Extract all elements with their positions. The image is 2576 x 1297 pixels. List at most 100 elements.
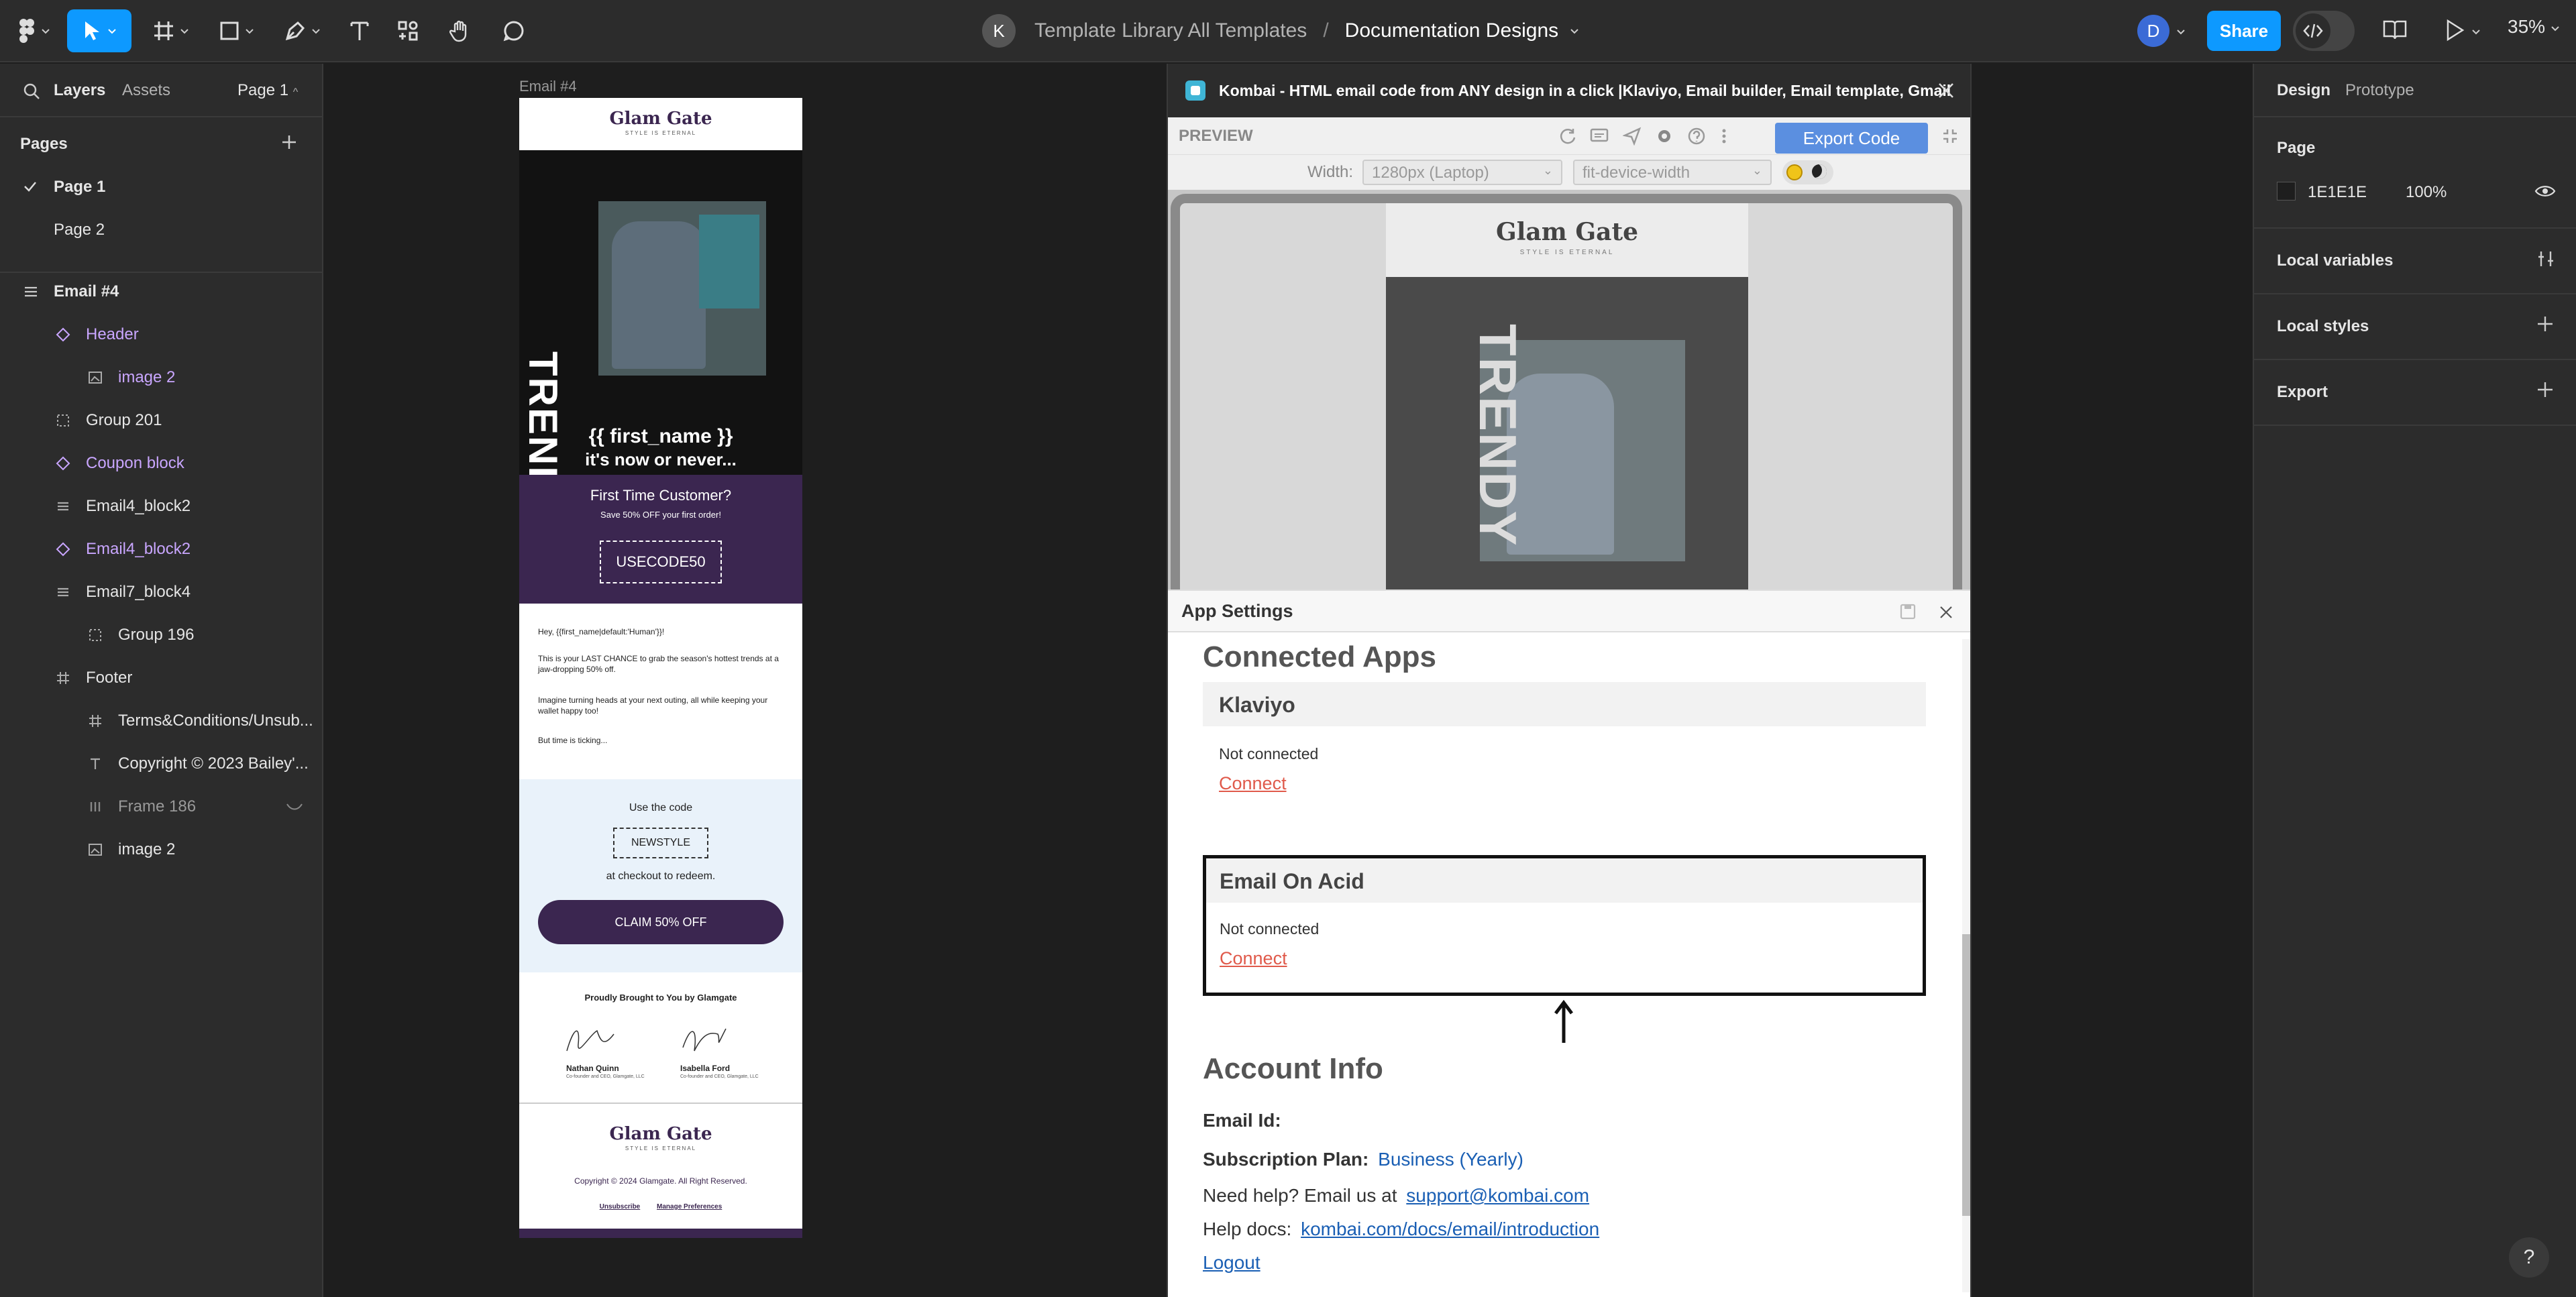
page-bg-opacity[interactable]: 100% (2406, 183, 2447, 202)
plugin-title: Kombai - HTML email code from ANY design… (1219, 81, 1951, 99)
chevron-down-icon (246, 29, 254, 34)
layer-item[interactable]: Email7_block4 (86, 583, 191, 602)
message-icon[interactable] (1589, 127, 1609, 146)
hand-tool-button[interactable] (440, 9, 480, 52)
layer-item[interactable]: Frame 186 (118, 797, 196, 816)
manage-preferences-link[interactable]: Manage Preferences (657, 1203, 722, 1210)
tab-design[interactable]: Design (2277, 81, 2330, 100)
chevron-down-icon[interactable] (2471, 27, 2481, 36)
present-play-icon[interactable] (2445, 19, 2465, 42)
support-email-link[interactable]: support@kombai.com (1406, 1185, 1589, 1206)
user-avatar[interactable]: D (2137, 15, 2169, 47)
email-on-acid-card-header: Email On Acid (1206, 858, 1923, 903)
preview-label: PREVIEW (1179, 127, 1253, 145)
theme-toggle[interactable] (1782, 160, 1833, 184)
hand-icon (449, 20, 467, 42)
layer-item[interactable]: Email4_block2 (86, 497, 191, 516)
add-style-icon[interactable] (2536, 315, 2555, 333)
device-width-select[interactable]: 1280px (Laptop) ⌄ (1362, 160, 1562, 185)
unsubscribe-link[interactable]: Unsubscribe (600, 1203, 641, 1210)
preview-area: Glam Gate STYLE IS ETERNAL TRENDY (1168, 190, 1970, 666)
resources-button[interactable] (388, 9, 428, 52)
page-selector-label: Page 1 (237, 81, 289, 99)
chevron-down-icon[interactable] (1569, 25, 1580, 36)
close-icon[interactable] (1937, 81, 1955, 100)
page-item[interactable]: Page 1 (54, 178, 105, 196)
pen-tool-button[interactable] (278, 9, 327, 52)
page-item[interactable]: Page 2 (54, 221, 105, 239)
gear-icon[interactable] (1655, 127, 1674, 146)
help-docs-link[interactable]: kombai.com/docs/email/introduction (1301, 1219, 1599, 1239)
library-icon[interactable] (2383, 19, 2407, 42)
chevron-up-icon: ^ (292, 87, 299, 98)
project-name[interactable]: Template Library All Templates (1034, 19, 1307, 42)
collapse-icon[interactable] (1941, 127, 1960, 146)
layer-item[interactable]: Header (86, 325, 139, 344)
comment-tool-button[interactable] (494, 9, 534, 52)
kombai-logo-icon (1185, 80, 1205, 101)
help-text: Need help? Email us at (1203, 1185, 1397, 1206)
layer-item[interactable]: Email #4 (54, 282, 119, 301)
layer-item[interactable]: image 2 (118, 840, 175, 859)
variables-icon[interactable] (2536, 249, 2556, 269)
dev-mode-toggle[interactable] (2293, 11, 2355, 51)
tab-assets[interactable]: Assets (122, 81, 170, 100)
layer-item[interactable]: Email4_block2 (86, 540, 191, 559)
frame-label[interactable]: Email #4 (519, 78, 577, 95)
add-export-icon[interactable] (2536, 380, 2555, 399)
file-name[interactable]: Documentation Designs (1345, 19, 1559, 42)
local-variables-heading[interactable]: Local variables (2277, 251, 2393, 270)
klaviyo-connect-link[interactable]: Connect (1219, 773, 1287, 794)
refresh-icon[interactable] (1558, 127, 1577, 146)
logout-link[interactable]: Logout (1203, 1252, 1260, 1274)
email-frame[interactable]: Glam Gate STYLE IS ETERNAL TRENDY {{ fir… (519, 98, 802, 1238)
help-icon[interactable] (1687, 127, 1706, 146)
shape-tool-button[interactable] (212, 9, 262, 52)
layer-item[interactable]: Terms&Conditions/Unsub... (118, 712, 313, 730)
layer-item[interactable]: Group 201 (86, 411, 162, 430)
close-icon[interactable] (1938, 604, 1954, 620)
layer-item[interactable]: Group 196 (118, 626, 194, 644)
frame-tool-button[interactable] (146, 9, 196, 52)
layer-item[interactable]: Footer (86, 669, 132, 687)
hero-photo (598, 201, 766, 376)
search-icon[interactable] (23, 82, 40, 100)
fit-mode-select[interactable]: fit-device-width ⌄ (1573, 160, 1772, 185)
hidden-eye-icon[interactable] (286, 801, 303, 812)
layer-item[interactable]: image 2 (118, 368, 175, 387)
save-icon[interactable] (1899, 603, 1917, 620)
layer-item[interactable]: Coupon block (86, 454, 184, 473)
main-menu-button[interactable] (11, 9, 58, 52)
body-copy: Hey, {{first_name|default:'Human'}}! Thi… (519, 604, 802, 779)
settings-scrollbar-thumb[interactable] (1962, 934, 1970, 1216)
page-selector[interactable]: Page 1 ^ (237, 81, 298, 100)
eye-icon[interactable] (2534, 183, 2556, 199)
send-icon[interactable] (1623, 127, 1642, 146)
offer-subtitle: Save 50% OFF your first order! (600, 510, 721, 520)
move-tool-button[interactable] (67, 9, 131, 52)
export-heading[interactable]: Export (2277, 383, 2328, 402)
text-tool-button[interactable] (339, 9, 380, 52)
settings-scrollbar-track[interactable] (1962, 639, 1970, 1292)
account-info-heading: Account Info (1203, 1052, 1383, 1085)
page-bg-swatch[interactable] (2277, 182, 2296, 201)
local-styles-heading[interactable]: Local styles (2277, 317, 2369, 336)
export-code-button[interactable]: Export Code (1775, 123, 1928, 154)
top-toolbar: K Template Library All Templates / Docum… (0, 0, 2576, 62)
email-on-acid-connect-link[interactable]: Connect (1220, 948, 1287, 969)
zoom-level[interactable]: 35% (2508, 16, 2560, 38)
claim-cta-button[interactable]: CLAIM 50% OFF (538, 900, 784, 944)
add-page-icon[interactable] (280, 133, 298, 151)
layer-item[interactable]: Copyright © 2023 Bailey'... (118, 754, 309, 773)
tab-layers[interactable]: Layers (54, 81, 105, 100)
component-icon (56, 542, 70, 557)
help-button[interactable]: ? (2509, 1237, 2549, 1278)
more-vertical-icon[interactable] (1719, 127, 1729, 146)
tab-prototype[interactable]: Prototype (2345, 81, 2414, 100)
chevron-down-icon[interactable] (2176, 27, 2186, 36)
page-heading: Page (2277, 139, 2316, 157)
page-bg-hex[interactable]: 1E1E1E (2308, 183, 2367, 202)
divider (2254, 425, 2576, 426)
share-button[interactable]: Share (2207, 11, 2281, 51)
code-icon (2303, 23, 2323, 38)
